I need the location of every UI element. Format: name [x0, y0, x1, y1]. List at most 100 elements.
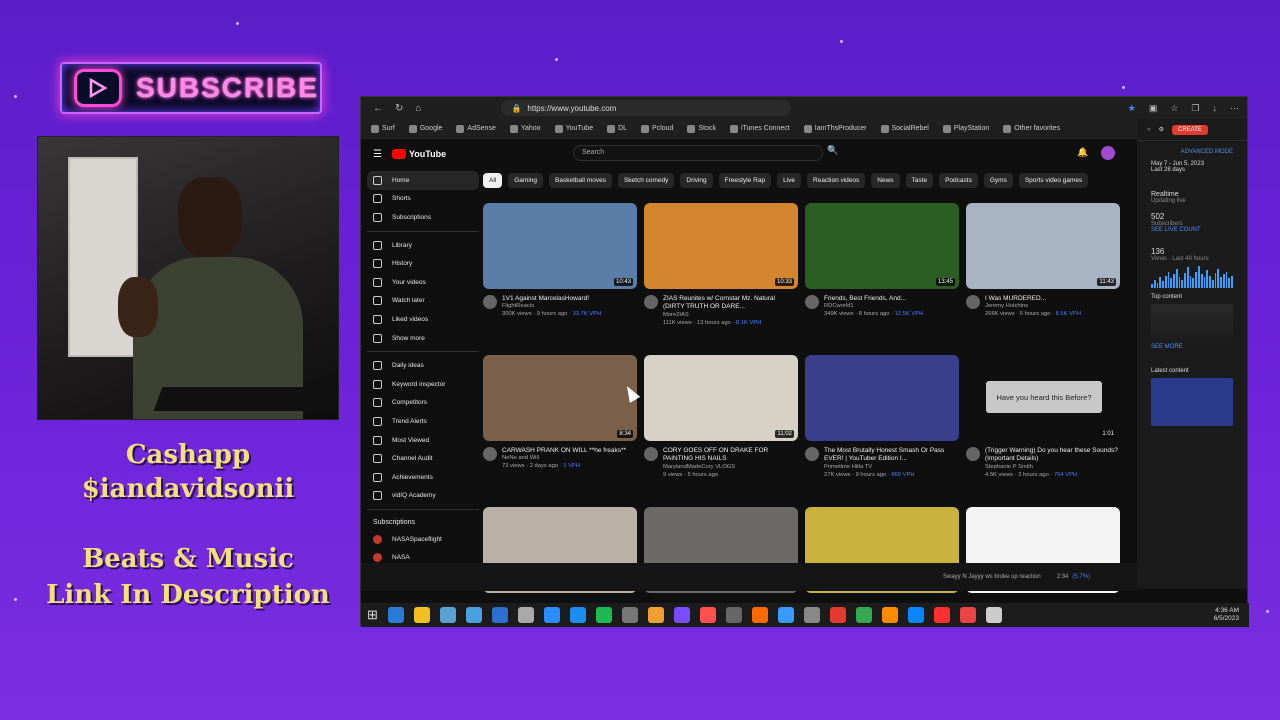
- taskbar-app-icon[interactable]: [725, 607, 742, 623]
- filter-chip[interactable]: Live: [777, 173, 802, 188]
- sidebar-item[interactable]: Competitors: [367, 394, 479, 413]
- video-card[interactable]: 13:45 Friends, Best Friends, And... RDCwor…: [805, 203, 959, 319]
- channel-avatar[interactable]: [483, 295, 497, 309]
- sidebar-item[interactable]: Most Viewed: [367, 431, 479, 450]
- channel-avatar[interactable]: [483, 447, 497, 461]
- video-title[interactable]: Friends, Best Friends, And...: [824, 295, 923, 303]
- taskbar-app-icon[interactable]: [465, 607, 482, 623]
- video-channel[interactable]: FlightReacts: [502, 303, 601, 311]
- video-thumbnail[interactable]: 13:45: [805, 203, 959, 289]
- menu-icon[interactable]: ☰: [373, 149, 382, 160]
- sidebar-item[interactable]: Subscriptions: [367, 208, 479, 227]
- sidebar-item[interactable]: Show more: [367, 329, 479, 348]
- filter-chip[interactable]: Reaction videos: [807, 173, 866, 188]
- video-card[interactable]: 11:43 I Was MURDERED... Jeremy Hutchins 266…: [966, 203, 1120, 319]
- now-playing-title[interactable]: Swayy N Jayyy ws broke up reaction: [943, 574, 1041, 580]
- video-card[interactable]: 10:33 ZIAS Reunites w/ Cornstar Mz. Natur…: [644, 203, 798, 328]
- taskbar-clock[interactable]: 4:36 AM 6/5/2023: [1214, 607, 1239, 624]
- create-button[interactable]: CREATE: [1172, 124, 1208, 135]
- favorite-link[interactable]: Stock: [687, 124, 716, 133]
- video-title[interactable]: 1V1 Against MarcelasHoward!: [502, 295, 601, 303]
- favorite-link[interactable]: YouTube: [554, 124, 593, 133]
- advanced-mode-toggle[interactable]: ADVANCED MODE: [1151, 149, 1233, 155]
- search-icon[interactable]: 🔍: [827, 145, 847, 161]
- video-thumbnail[interactable]: [805, 355, 959, 441]
- download-icon[interactable]: ↓: [1213, 103, 1218, 114]
- video-card[interactable]: Have you heard this Before? 1:01 (Trigger …: [966, 355, 1120, 480]
- video-card[interactable]: 8:34 CARWASH PRANK ON WILL **he freaks** N…: [483, 355, 637, 471]
- filter-chip[interactable]: Sports video games: [1018, 173, 1089, 188]
- video-channel[interactable]: Stephanie P Smith: [985, 464, 1120, 472]
- favorite-link[interactable]: Yahoo: [509, 124, 541, 133]
- home-icon[interactable]: ⌂: [415, 103, 421, 114]
- sidebar-item[interactable]: Keyword inspector: [367, 375, 479, 394]
- favorite-link[interactable]: AdSense: [456, 124, 496, 133]
- taskbar-app-icon[interactable]: [387, 607, 404, 623]
- avatar[interactable]: [1101, 146, 1115, 160]
- filter-chip[interactable]: Gyms: [983, 173, 1013, 188]
- favorite-link[interactable]: Other favorites: [1003, 124, 1060, 133]
- channel-avatar[interactable]: [805, 295, 819, 309]
- taskbar-app-icon[interactable]: [751, 607, 768, 623]
- filter-chip[interactable]: Freestyle Rap: [718, 173, 772, 188]
- taskbar-app-icon[interactable]: [543, 607, 560, 623]
- video-card[interactable]: The Most Brutally Honest Smash Or Pass E…: [805, 355, 959, 480]
- back-icon[interactable]: ←: [373, 103, 383, 114]
- more-icon[interactable]: ⋯: [1230, 103, 1239, 114]
- taskbar-app-icon[interactable]: [413, 607, 430, 623]
- video-thumbnail[interactable]: 10:33: [644, 203, 798, 289]
- taskbar-app-icon[interactable]: [907, 607, 924, 623]
- bell-icon[interactable]: 🔔: [1077, 147, 1088, 158]
- video-title[interactable]: ZIAS Reunites w/ Cornstar Mz. Natural (D…: [663, 295, 798, 312]
- refresh-icon[interactable]: ↻: [395, 103, 403, 114]
- taskbar-app-icon[interactable]: [959, 607, 976, 623]
- video-thumbnail[interactable]: 11:02: [644, 355, 798, 441]
- video-channel[interactable]: RDCworld1: [824, 303, 923, 311]
- taskbar-app-icon[interactable]: [595, 607, 612, 623]
- sidebar-item[interactable]: Daily ideas: [367, 356, 479, 375]
- video-card[interactable]: 10:43 1V1 Against MarcelasHoward! FlightRe…: [483, 203, 637, 319]
- subscription-item[interactable]: NASASpaceflight: [367, 530, 479, 549]
- video-thumbnail[interactable]: 11:43: [966, 203, 1120, 289]
- taskbar-app-icon[interactable]: [855, 607, 872, 623]
- youtube-logo[interactable]: YouTube: [391, 149, 446, 159]
- channel-avatar[interactable]: [644, 295, 658, 309]
- taskbar-app-icon[interactable]: [985, 607, 1002, 623]
- favorite-link[interactable]: Google: [408, 124, 442, 133]
- favorite-link[interactable]: Surf: [371, 124, 395, 133]
- video-thumbnail[interactable]: Have you heard this Before? 1:01: [966, 355, 1120, 441]
- video-channel[interactable]: More2IAS: [663, 312, 798, 320]
- search-input[interactable]: Search: [573, 145, 823, 161]
- filter-chip[interactable]: Podcasts: [939, 173, 978, 188]
- favorite-link[interactable]: DL: [607, 124, 627, 133]
- video-channel[interactable]: Jeremy Hutchins: [985, 303, 1081, 311]
- video-title[interactable]: (Trigger Warning) Do you hear these Soun…: [985, 447, 1120, 464]
- extension-icon[interactable]: ▣: [1149, 103, 1158, 114]
- star-icon[interactable]: ★: [1128, 103, 1136, 114]
- favorite-link[interactable]: IamThsProducer: [803, 124, 867, 133]
- sidebar-item[interactable]: vidIQ Academy: [367, 487, 479, 506]
- vidiq-settings-icon[interactable]: ⚙: [1159, 126, 1164, 133]
- video-thumbnail[interactable]: 8:34: [483, 355, 637, 441]
- sidebar-item[interactable]: Watch later: [367, 292, 479, 311]
- taskbar-app-icon[interactable]: [491, 607, 508, 623]
- sidebar-item[interactable]: Your videos: [367, 273, 479, 292]
- taskbar-app-icon[interactable]: [621, 607, 638, 623]
- favorites-icon[interactable]: ☆: [1170, 103, 1178, 114]
- favorite-link[interactable]: PlayStation: [942, 124, 989, 133]
- filter-chip[interactable]: Sketch comedy: [617, 173, 675, 188]
- channel-avatar[interactable]: [644, 447, 658, 461]
- see-more-link[interactable]: SEE MORE: [1151, 344, 1233, 350]
- filter-chip[interactable]: Basketball moves: [549, 173, 612, 188]
- filter-chip[interactable]: Gaming: [508, 173, 543, 188]
- sidebar-item[interactable]: Home: [367, 171, 479, 190]
- taskbar-app-icon[interactable]: [933, 607, 950, 623]
- video-title[interactable]: I Was MURDERED...: [985, 295, 1081, 303]
- collections-icon[interactable]: ❐: [1191, 103, 1199, 114]
- address-bar[interactable]: 🔒 https://www.youtube.com: [501, 100, 792, 116]
- taskbar-app-icon[interactable]: [829, 607, 846, 623]
- filter-chip[interactable]: Taste: [905, 173, 934, 188]
- taskbar-app-icon[interactable]: [439, 607, 456, 623]
- favorite-link[interactable]: Pcloud: [641, 124, 673, 133]
- taskbar-app-icon[interactable]: [673, 607, 690, 623]
